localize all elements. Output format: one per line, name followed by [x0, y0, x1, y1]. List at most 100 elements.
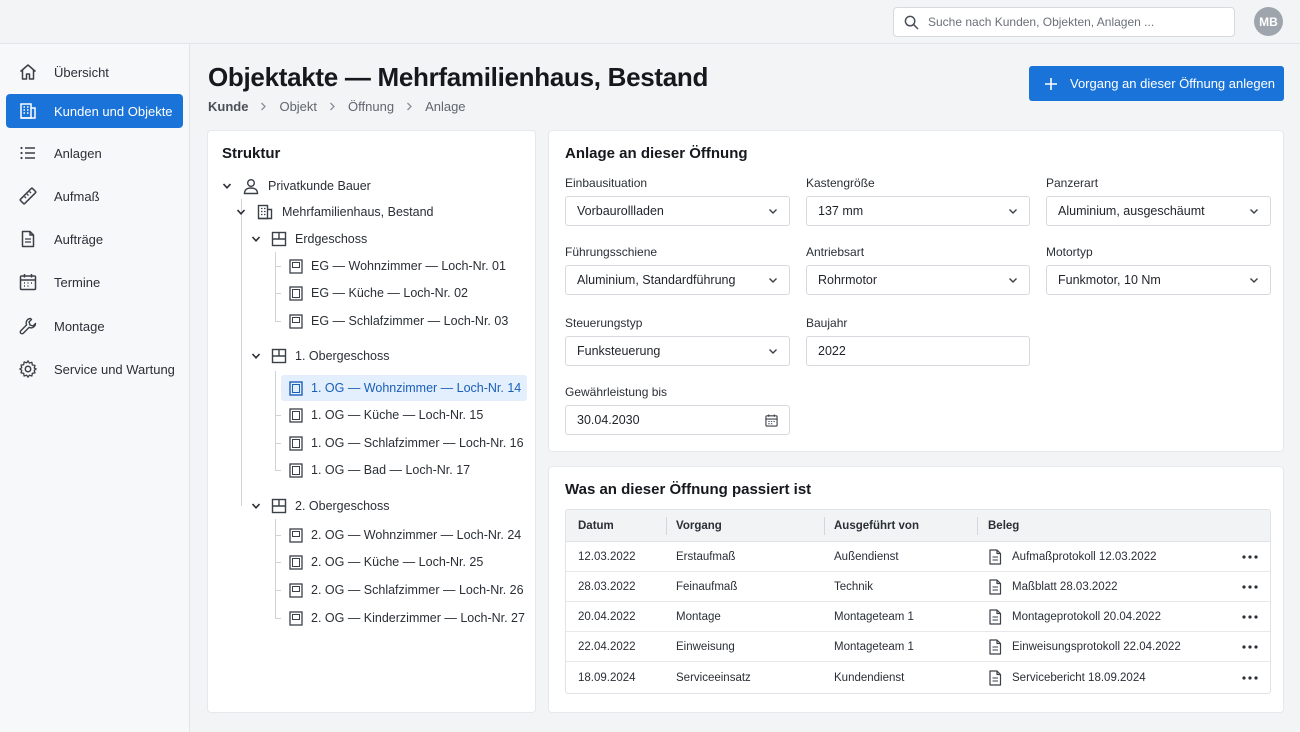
document-icon: [988, 639, 1002, 655]
sidebar-item-anlagen[interactable]: Anlagen: [6, 136, 183, 170]
panzerart-label: Panzerart: [1046, 176, 1099, 190]
tree-leaf-room[interactable]: 1. OG — Schlafzimmer — Loch-Nr. 16: [281, 430, 526, 456]
page-title: Objektakte — Mehrfamilienhaus, Bestand: [208, 62, 709, 92]
beleg-link[interactable]: Montageprotokoll 20.04.2022: [1012, 611, 1161, 623]
cell-beleg[interactable]: Aufmaßprotokoll 12.03.2022: [988, 542, 1156, 572]
tree-leaf-room-selected[interactable]: 1. OG — Wohnzimmer — Loch-Nr. 14: [281, 375, 527, 401]
top-bar: MB: [0, 0, 1300, 44]
avatar[interactable]: MB: [1254, 7, 1283, 36]
tree-leaf-room[interactable]: 2. OG — Küche — Loch-Nr. 25: [281, 549, 526, 575]
cell-beleg[interactable]: Montageprotokoll 20.04.2022: [988, 602, 1161, 632]
sidebar-item-montage[interactable]: Montage: [6, 309, 183, 343]
sidebar-item-uebersicht[interactable]: Übersicht: [6, 55, 183, 89]
window-icon: [289, 258, 303, 274]
column-header-beleg[interactable]: Beleg: [988, 510, 1019, 542]
tree-leaf-room[interactable]: 1. OG — Küche — Loch-Nr. 15: [281, 402, 526, 428]
cell-datum: 28.03.2022: [578, 581, 636, 593]
chevron-down-icon: [1009, 209, 1017, 214]
chevron-down-icon: [222, 183, 232, 189]
table-row[interactable]: 12.03.2022 Erstaufmaß Außendienst Aufmaß…: [566, 542, 1270, 572]
sidebar-item-label: Montage: [54, 318, 105, 334]
tree-leaf-room[interactable]: 1. OG — Bad — Loch-Nr. 17: [281, 457, 526, 483]
breadcrumb-kunde[interactable]: Kunde: [208, 99, 248, 114]
beleg-link[interactable]: Servicebericht 18.09.2024: [1012, 672, 1146, 684]
more-options-icon[interactable]: [1242, 572, 1258, 602]
tree-node-label: 1. OG — Bad — Loch-Nr. 17: [311, 463, 471, 477]
tree-node-label: Mehrfamilienhaus, Bestand: [282, 205, 434, 219]
cell-vorgang: Montage: [676, 611, 721, 623]
column-header-datum[interactable]: Datum: [578, 510, 614, 542]
tree-node-label: EG — Wohnzimmer — Loch-Nr. 01: [311, 259, 506, 273]
breadcrumb-objekt[interactable]: Objekt: [279, 99, 317, 114]
antriebsart-select[interactable]: Rohrmotor: [806, 265, 1030, 295]
sidebar-item-label: Anlagen: [54, 145, 102, 161]
table-row[interactable]: 18.09.2024 Serviceeinsatz Kundendienst S…: [566, 662, 1270, 693]
floorplan-icon: [271, 348, 287, 364]
column-header-vorgang[interactable]: Vorgang: [676, 510, 722, 542]
chevron-right-icon: [406, 102, 413, 111]
panzerart-select[interactable]: Aluminium, ausgeschäumt: [1046, 196, 1271, 226]
sidebar-item-label: Aufmaß: [54, 188, 100, 204]
kastengroesse-select[interactable]: 137 mm: [806, 196, 1030, 226]
ruler-icon: [19, 187, 37, 205]
calendar-icon[interactable]: [765, 413, 778, 427]
tree-leaf-room[interactable]: 2. OG — Wohnzimmer — Loch-Nr. 24: [281, 522, 526, 548]
baujahr-label: Baujahr: [806, 316, 848, 330]
more-options-icon[interactable]: [1242, 542, 1258, 572]
einbausituation-label: Einbausituation: [565, 176, 648, 190]
table-row[interactable]: 20.04.2022 Montage Montageteam 1 Montage…: [566, 602, 1270, 632]
sidebar-item-kunden-und-objekte[interactable]: Kunden und Objekte: [6, 94, 183, 128]
baujahr-value: 2022: [818, 344, 846, 358]
sidebar-item-aufmass[interactable]: Aufmaß: [6, 179, 183, 213]
search-box[interactable]: [893, 7, 1235, 37]
tree-leaf-room[interactable]: 2. OG — Kinderzimmer — Loch-Nr. 27: [281, 605, 526, 631]
cell-beleg[interactable]: Servicebericht 18.09.2024: [988, 662, 1146, 693]
column-header-ausgefuehrt-von[interactable]: Ausgeführt von: [834, 510, 919, 542]
table-row[interactable]: 22.04.2022 Einweisung Montageteam 1 Einw…: [566, 632, 1270, 662]
person-icon: [243, 179, 259, 195]
sidebar-item-service-und-wartung[interactable]: Service und Wartung: [6, 352, 183, 386]
fuehrungsschiene-select[interactable]: Aluminium, Standardführung: [565, 265, 790, 295]
sidebar-item-label: Termine: [54, 274, 101, 290]
cell-beleg[interactable]: Einweisungsprotokoll 22.04.2022: [988, 632, 1181, 662]
tree-node-building[interactable]: Mehrfamilienhaus, Bestand: [236, 201, 433, 223]
tree-node-floor-1og[interactable]: 1. Obergeschoss: [251, 345, 390, 367]
tree-node-label: 2. OG — Küche — Loch-Nr. 25: [311, 555, 484, 569]
gewaehrleistung-date-input[interactable]: 30.04.2030: [565, 405, 790, 435]
gear-icon: [19, 360, 37, 378]
gewaehrleistung-label: Gewährleistung bis: [565, 385, 668, 399]
steuerungstyp-label: Steuerungstyp: [565, 316, 643, 330]
tree-leaf-room[interactable]: EG — Küche — Loch-Nr. 02: [281, 280, 526, 306]
sidebar-item-termine[interactable]: Termine: [6, 265, 183, 299]
create-process-button[interactable]: Vorgang an dieser Öffnung anlegen: [1029, 66, 1284, 101]
table-row[interactable]: 28.03.2022 Feinaufmaß Technik Maßblatt 2…: [566, 572, 1270, 602]
document-icon: [988, 579, 1002, 595]
tree-leaf-room[interactable]: EG — Wohnzimmer — Loch-Nr. 01: [281, 253, 526, 279]
tree-leaf-room[interactable]: EG — Schlafzimmer — Loch-Nr. 03: [281, 308, 526, 334]
baujahr-input[interactable]: 2022: [806, 336, 1030, 366]
breadcrumb-anlage[interactable]: Anlage: [425, 99, 465, 114]
cell-beleg[interactable]: Maßblatt 28.03.2022: [988, 572, 1118, 602]
tree-node-floor-2og[interactable]: 2. Obergeschoss: [251, 495, 390, 517]
search-icon: [904, 15, 919, 29]
cell-vorgang: Serviceeinsatz: [676, 672, 751, 684]
more-options-icon[interactable]: [1242, 632, 1258, 662]
more-options-icon[interactable]: [1242, 602, 1258, 632]
breadcrumb-oeffnung[interactable]: Öffnung: [348, 99, 394, 114]
window-icon: [289, 582, 303, 598]
kastengroesse-value: 137 mm: [818, 204, 864, 218]
beleg-link[interactable]: Einweisungsprotokoll 22.04.2022: [1012, 641, 1181, 653]
tree-node-customer[interactable]: Privatkunde Bauer: [222, 175, 371, 197]
more-options-icon[interactable]: [1242, 662, 1258, 693]
window-icon: [289, 380, 303, 396]
tree-leaf-room[interactable]: 2. OG — Schlafzimmer — Loch-Nr. 26: [281, 577, 526, 603]
steuerungstyp-select[interactable]: Funksteuerung: [565, 336, 790, 366]
beleg-link[interactable]: Aufmaßprotokoll 12.03.2022: [1012, 551, 1156, 563]
tree-node-floor-eg[interactable]: Erdgeschoss: [251, 228, 367, 250]
sidebar-item-auftraege[interactable]: Aufträge: [6, 222, 183, 256]
fuehrungsschiene-label: Führungsschiene: [565, 245, 658, 259]
search-input[interactable]: [928, 15, 1218, 29]
motortyp-select[interactable]: Funkmotor, 10 Nm: [1046, 265, 1271, 295]
beleg-link[interactable]: Maßblatt 28.03.2022: [1012, 581, 1118, 593]
einbausituation-select[interactable]: Vorbaurollladen: [565, 196, 790, 226]
